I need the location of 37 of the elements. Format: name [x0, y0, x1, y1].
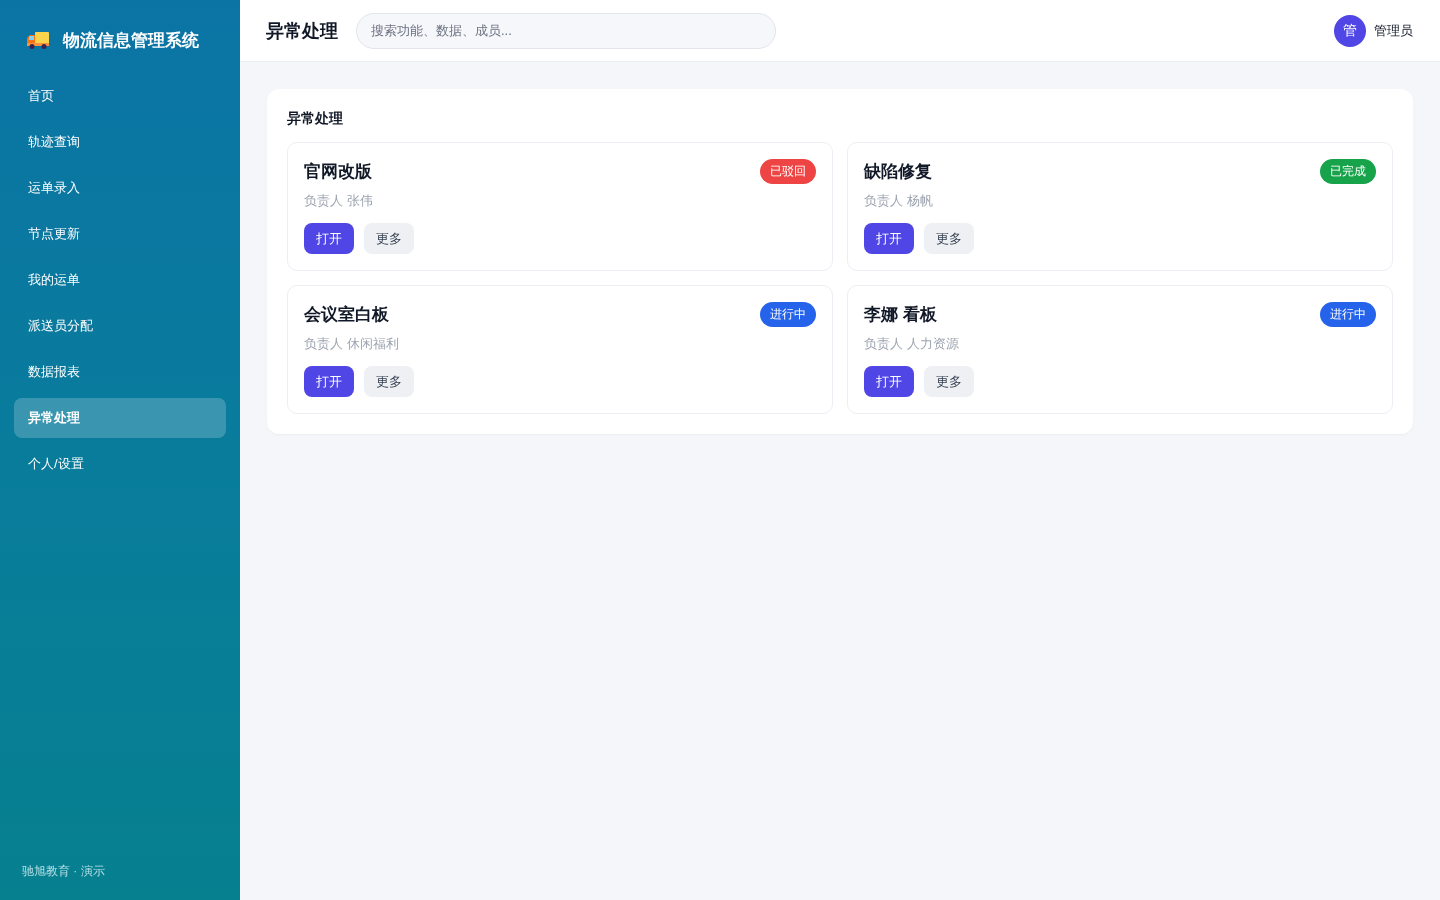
- search-field[interactable]: 搜索功能、数据、成员...: [356, 12, 776, 49]
- card-title: 缺陷修复: [864, 161, 932, 183]
- status-badge: 进行中: [760, 302, 816, 327]
- status-badge: 已完成: [1320, 159, 1376, 184]
- open-button[interactable]: 打开: [864, 223, 914, 254]
- truck-icon: [26, 30, 50, 50]
- nav-item[interactable]: 我的运单: [14, 260, 226, 300]
- card-title: 李娜 看板: [864, 304, 937, 326]
- panel-title: 异常处理: [287, 109, 344, 127]
- card-owner: 负责人 杨帆: [864, 192, 934, 210]
- user-avatar[interactable]: 管: [1334, 14, 1366, 47]
- open-button[interactable]: 打开: [304, 223, 354, 254]
- card-owner: 负责人 休闲福利: [304, 335, 400, 353]
- nav-item[interactable]: 个人/设置: [14, 444, 226, 484]
- nav-item[interactable]: 派送员分配: [14, 306, 226, 346]
- page-title: 异常处理: [266, 19, 338, 43]
- card-owner: 负责人 张伟: [304, 192, 374, 210]
- card-title: 会议室白板: [304, 304, 389, 326]
- more-button[interactable]: 更多: [364, 223, 414, 254]
- open-button[interactable]: 打开: [864, 366, 914, 397]
- status-badge: 已驳回: [760, 159, 816, 184]
- app-title: 物流信息管理系统: [63, 29, 199, 52]
- nav-item[interactable]: 运单录入: [14, 168, 226, 208]
- user-name: 管理员: [1374, 21, 1413, 40]
- nav-item[interactable]: 异常处理: [14, 398, 226, 438]
- open-button[interactable]: 打开: [304, 366, 354, 397]
- more-button[interactable]: 更多: [364, 366, 414, 397]
- nav-item[interactable]: 节点更新: [14, 214, 226, 254]
- more-button[interactable]: 更多: [924, 366, 974, 397]
- card-title: 官网改版: [304, 161, 372, 183]
- nav-item[interactable]: 首页: [14, 76, 226, 116]
- more-button[interactable]: 更多: [924, 223, 974, 254]
- nav-item[interactable]: 数据报表: [14, 352, 226, 392]
- card-owner: 负责人 人力资源: [864, 335, 960, 353]
- sidebar-footer-text: 驰旭教育 · 演示: [21, 863, 106, 880]
- status-badge: 进行中: [1320, 302, 1376, 327]
- nav-item[interactable]: 轨迹查询: [14, 122, 226, 162]
